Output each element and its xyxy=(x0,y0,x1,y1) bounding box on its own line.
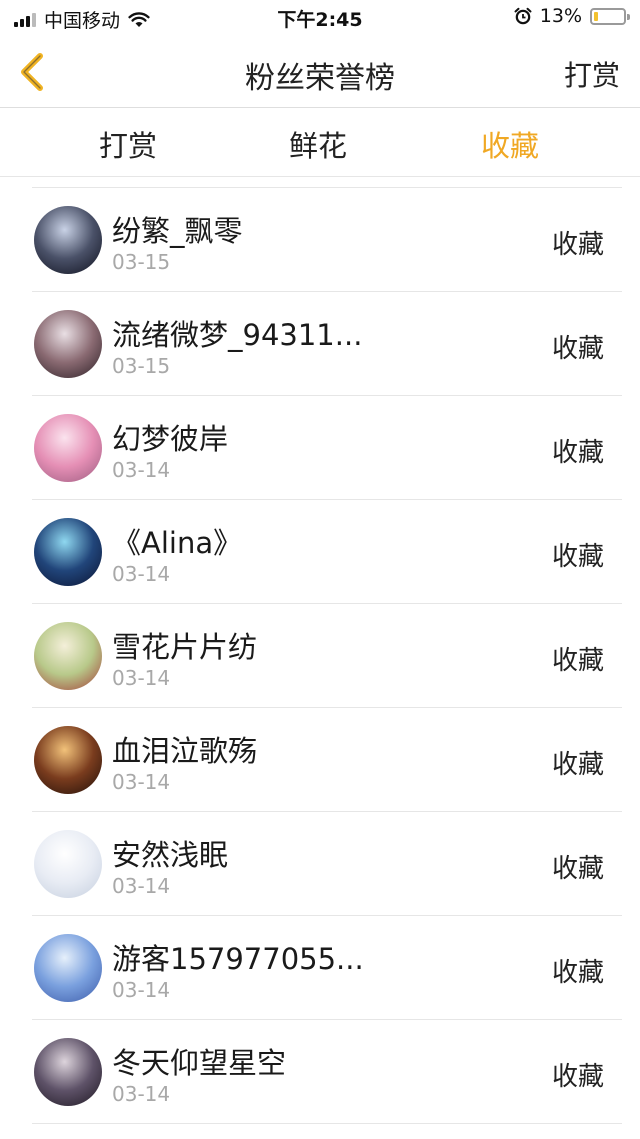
item-date: 03-14 xyxy=(112,1082,171,1106)
list-item[interactable]: 流绪微梦_94311... 03-15 收藏 xyxy=(32,292,622,396)
item-date: 03-15 xyxy=(112,250,171,274)
list-item[interactable]: 游客157977055... 03-14 收藏 xyxy=(32,916,622,1020)
list-item[interactable]: 《Alina》 03-14 收藏 xyxy=(32,500,622,604)
list-item[interactable]: 血泪泣歌殇 03-14 收藏 xyxy=(32,708,622,812)
favorite-label: 收藏 xyxy=(551,334,604,364)
user-name: 冬天仰望星空 xyxy=(112,1046,287,1080)
user-name: 安然浅眠 xyxy=(112,838,229,872)
avatar[interactable] xyxy=(34,622,102,690)
item-date: 03-14 xyxy=(112,562,171,586)
user-name: 幻梦彼岸 xyxy=(112,422,229,456)
fan-list: 纷繁_飘零 03-15 收藏 流绪微梦_94311... 03-15 收藏 幻梦彼岸 03-1… xyxy=(32,187,622,1124)
favorite-label: 收藏 xyxy=(551,854,604,884)
list-item[interactable]: 幻梦彼岸 03-14 收藏 xyxy=(32,396,622,500)
nav-bar: 粉丝荣誉榜 打赏 xyxy=(0,36,640,108)
list-item[interactable]: 冬天仰望星空 03-14 收藏 xyxy=(32,1020,622,1124)
alarm-icon xyxy=(514,7,532,25)
user-name: 《Alina》 xyxy=(112,526,243,560)
tab-favorites[interactable]: 收藏 xyxy=(450,123,570,165)
list-item[interactable]: 雪花片片纺 03-14 收藏 xyxy=(32,604,622,708)
status-right: 13% xyxy=(514,5,630,27)
avatar[interactable] xyxy=(34,726,102,794)
item-date: 03-14 xyxy=(112,770,171,794)
list-item[interactable]: 安然浅眠 03-14 收藏 xyxy=(32,812,622,916)
tab-bar: 打赏 鲜花 收藏 xyxy=(0,109,640,177)
avatar[interactable] xyxy=(34,518,102,586)
page-title: 粉丝荣誉榜 xyxy=(245,61,395,96)
avatar[interactable] xyxy=(34,1038,102,1106)
avatar[interactable] xyxy=(34,934,102,1002)
battery-percent: 13% xyxy=(539,5,582,27)
avatar[interactable] xyxy=(34,206,102,274)
avatar[interactable] xyxy=(34,310,102,378)
favorite-label: 收藏 xyxy=(551,750,604,780)
list-item[interactable]: 纷繁_飘零 03-15 收藏 xyxy=(32,188,622,292)
reward-button[interactable]: 打赏 xyxy=(564,54,620,94)
favorite-label: 收藏 xyxy=(551,438,604,468)
avatar[interactable] xyxy=(34,414,102,482)
favorite-label: 收藏 xyxy=(551,542,604,572)
tab-reward[interactable]: 打赏 xyxy=(68,123,188,165)
battery-icon xyxy=(590,7,630,25)
tab-flowers[interactable]: 鲜花 xyxy=(258,123,378,165)
user-name: 纷繁_飘零 xyxy=(112,214,243,248)
user-name: 血泪泣歌殇 xyxy=(112,734,258,768)
user-name: 流绪微梦_94311... xyxy=(112,318,363,352)
favorite-label: 收藏 xyxy=(551,646,604,676)
item-date: 03-14 xyxy=(112,458,171,482)
item-date: 03-14 xyxy=(112,978,171,1002)
avatar[interactable] xyxy=(34,830,102,898)
item-date: 03-15 xyxy=(112,354,171,378)
item-date: 03-14 xyxy=(112,666,171,690)
item-date: 03-14 xyxy=(112,874,171,898)
favorite-label: 收藏 xyxy=(551,958,604,988)
battery-fill xyxy=(594,11,598,21)
user-name: 雪花片片纺 xyxy=(112,630,258,664)
user-name: 游客157977055... xyxy=(112,942,364,976)
favorite-label: 收藏 xyxy=(551,1062,604,1092)
favorite-label: 收藏 xyxy=(551,230,604,260)
status-bar: 中国移动 下午2:45 13% xyxy=(0,0,640,36)
